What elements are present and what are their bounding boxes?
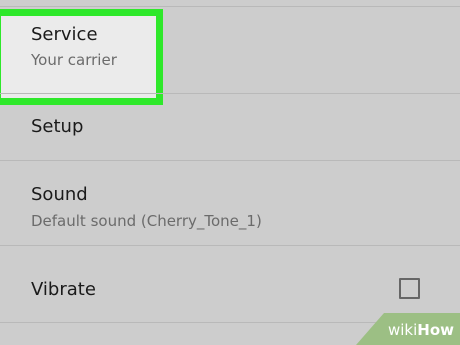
settings-item-subtitle: Your carrier (31, 51, 117, 69)
wikihow-logo-part2: How (417, 321, 454, 339)
settings-item-title: Setup (31, 116, 84, 137)
settings-item-title: Vibrate (31, 279, 96, 300)
settings-item-setup[interactable]: Setup (0, 94, 460, 160)
settings-item-title: Sound (31, 184, 88, 205)
vibrate-checkbox[interactable] (399, 278, 420, 299)
wikihow-logo: wikiHow (388, 321, 454, 339)
settings-item-vibrate[interactable]: Vibrate (0, 246, 460, 322)
settings-item-title: Service (31, 24, 98, 45)
wikihow-logo-part1: wiki (387, 321, 418, 339)
settings-item-subtitle: Default sound (Cherry_Tone_1) (31, 212, 262, 230)
settings-screen: Service Your carrier Setup Sound Default… (0, 0, 460, 345)
settings-item-service[interactable]: Service Your carrier (0, 0, 460, 105)
settings-item-sound[interactable]: Sound Default sound (Cherry_Tone_1) (0, 161, 460, 245)
